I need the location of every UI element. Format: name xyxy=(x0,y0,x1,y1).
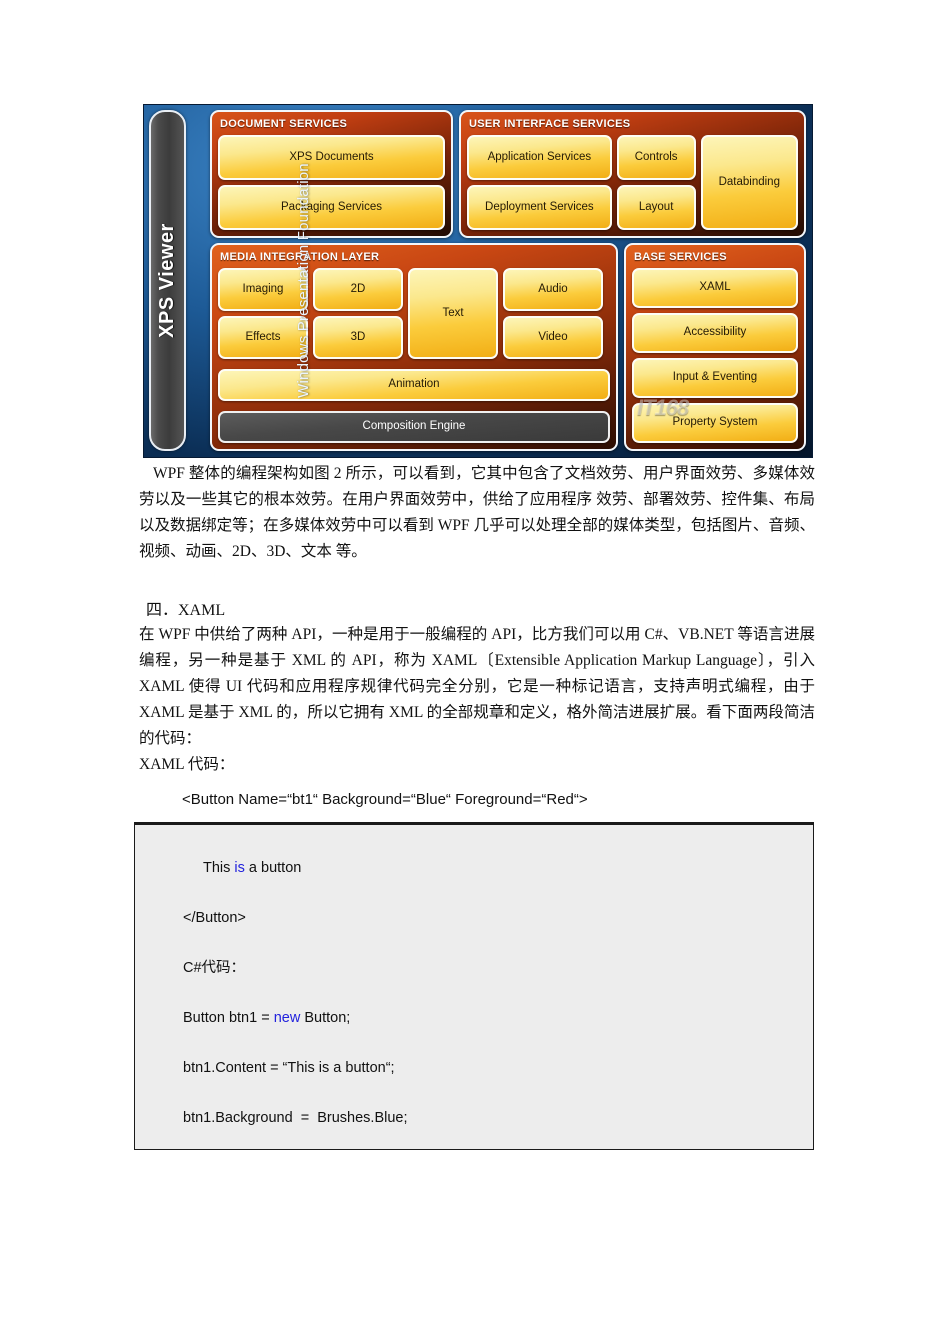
code-text-button-semicolon: Button; xyxy=(300,1010,351,1026)
code-sample-block: This is a button </Button> C#代码： Button … xyxy=(134,822,814,1150)
tile-databinding: Databinding xyxy=(700,135,799,230)
panel-media-integration-layer: MEDIA INTEGRATION LAYER Imaging Effects … xyxy=(210,243,618,451)
tile-packaging-services: Packaging Services xyxy=(218,185,445,230)
panel-title-user-interface-services: USER INTERFACE SERVICES xyxy=(469,118,631,130)
tile-xps-documents: XPS Documents xyxy=(218,135,445,180)
panel-body-user-interface-services: Application Services Deployment Services… xyxy=(467,135,799,230)
tile-application-services: Application Services xyxy=(467,135,612,180)
code-keyword-new: new xyxy=(273,1010,301,1026)
panel-document-services: DOCUMENT SERVICES XPS Documents Packagin… xyxy=(210,110,453,238)
code-line-csharp-label: C#代码： xyxy=(183,960,246,976)
xps-viewer-bar: XPS Viewer xyxy=(149,110,186,451)
panel-title-document-services: DOCUMENT SERVICES xyxy=(220,118,348,130)
tile-text: Text xyxy=(408,268,498,359)
code-keyword-is: is xyxy=(234,860,245,876)
tile-video: Video xyxy=(503,316,603,359)
paragraph-xaml-code-label: XAML 代码： xyxy=(139,756,235,773)
panel-base-services: BASE SERVICES XAML Accessibility Input &… xyxy=(624,243,806,451)
wpf-architecture-diagram: XPS Viewer Windows Presentation Foundati… xyxy=(143,104,813,458)
tile-xaml: XAML xyxy=(632,268,798,308)
code-text-this: This xyxy=(203,860,235,876)
xaml-button-tag-line: <Button Name=“bt1“ Background=“Blue“ For… xyxy=(182,791,588,808)
tile-layout: Layout xyxy=(616,185,696,230)
code-line-button-content: This is a button xyxy=(203,843,813,893)
tile-input-eventing: Input & Eventing xyxy=(632,358,798,398)
paragraph-xaml-description: 在 WPF 中供给了两种 API，一种是用于一般编程的 API，比方我们可以用 … xyxy=(139,626,815,747)
code-line-btn1-background: btn1.Background = Brushes.Blue; xyxy=(183,1110,408,1126)
code-text-a-button: a button xyxy=(244,860,302,876)
xps-viewer-label: XPS Viewer xyxy=(156,223,179,338)
code-line-button-new: Button btn1 = new Button; xyxy=(183,993,813,1043)
tile-2d: 2D xyxy=(313,268,403,311)
panel-body-media-integration-layer: Imaging Effects 2D 3D Text Audio Video A… xyxy=(218,268,610,443)
diagram-left-rail: XPS Viewer Windows Presentation Foundati… xyxy=(149,110,312,451)
wpf-platform-label: Windows Presentation Foundation xyxy=(294,163,312,398)
panel-title-base-services: BASE SERVICES xyxy=(634,251,727,263)
paragraph-architecture-description: WPF 整体的编程架构如图 2 所示，可以看到，它其中包含了文档效劳、用户界面效… xyxy=(139,465,815,560)
tile-deployment-services: Deployment Services xyxy=(467,185,612,230)
tile-property-system: Property System xyxy=(632,403,798,443)
code-line-close-button: </Button> xyxy=(183,910,246,926)
panel-user-interface-services: USER INTERFACE SERVICES Application Serv… xyxy=(459,110,806,238)
panel-body-document-services: XPS Documents Packaging Services xyxy=(218,135,445,230)
code-text-button-btn1: Button btn1 = xyxy=(183,1010,274,1026)
panel-body-base-services: XAML Accessibility Input & Eventing Prop… xyxy=(632,268,798,443)
tile-animation: Animation xyxy=(218,369,610,401)
tile-controls: Controls xyxy=(616,135,696,180)
panel-title-media-integration-layer: MEDIA INTEGRATION LAYER xyxy=(220,251,380,263)
code-line-btn1-content: btn1.Content = “This is a button“; xyxy=(183,1060,395,1076)
tile-audio: Audio xyxy=(503,268,603,311)
tile-composition-engine: Composition Engine xyxy=(218,411,610,443)
tile-3d: 3D xyxy=(313,316,403,359)
section-heading-xaml: 四．XAML xyxy=(146,602,226,619)
tile-accessibility: Accessibility xyxy=(632,313,798,353)
